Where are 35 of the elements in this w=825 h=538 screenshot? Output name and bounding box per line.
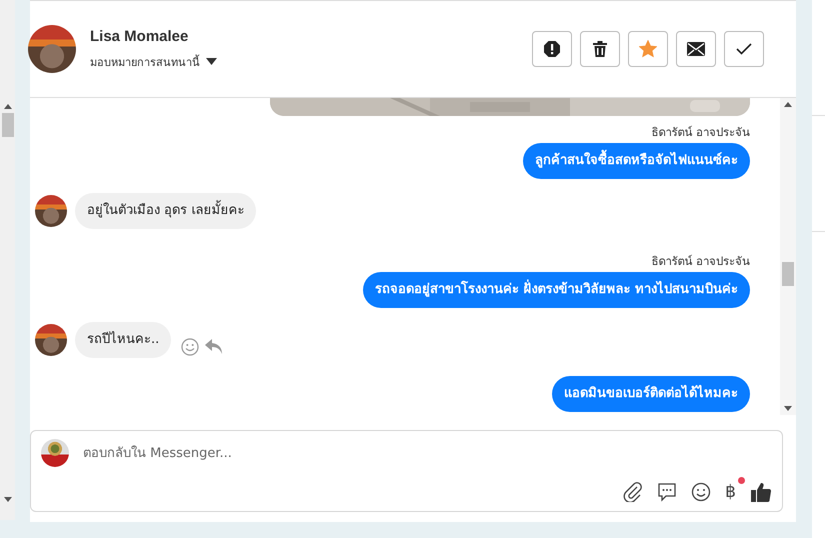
scrollbar-thumb[interactable] [2,113,14,137]
avatar [28,25,76,73]
star-icon [639,40,657,58]
sent-message: แอดมินขอเบอร์ติดต่อได้ไหมคะ [552,376,750,412]
sent-message: รถจอดอยู่สาขาโรงงานค่ะ ฝั่งตรงข้ามวิลัยพละ ทางไปสนามบินค่ะ [362,272,750,308]
scrollbar-thumb[interactable] [782,262,794,286]
paperclip-icon[interactable] [623,482,644,502]
star-button[interactable] [628,31,668,67]
warning-icon [543,40,561,58]
scroll-down-arrow-icon[interactable] [4,497,12,502]
page-avatar [41,439,69,467]
sent-message: ลูกค้าสนใจซื้อสดหรือจัดไฟแนนซ์คะ [523,143,750,179]
scroll-up-arrow-icon[interactable] [784,102,792,107]
delete-button[interactable] [580,31,620,67]
emoji-icon[interactable] [691,482,712,502]
caret-icon [206,58,217,65]
contact-name: Lisa Momalee [90,28,190,44]
sender-name: ธิดารัตน์ อาจประจัน [650,253,750,270]
payment-button[interactable]: ฿ [725,482,736,502]
avatar [35,324,67,356]
received-message: อยู่ในตัวเมือง อุดร เลยมั้ยคะ [75,193,256,229]
checkmark-icon [736,43,752,55]
report-button[interactable] [532,31,572,67]
scroll-down-arrow-icon[interactable] [784,406,792,411]
trash-icon [592,40,608,58]
thumbs-up-icon[interactable] [750,481,772,503]
received-message: รถปีไหนคะ.. [75,322,172,358]
avatar [35,195,67,227]
assign-dropdown[interactable]: มอบหมายการสนทนานี้ [90,52,217,70]
mail-button[interactable] [676,31,716,67]
envelope-icon [687,42,705,56]
chat-bubble-icon[interactable] [657,482,678,502]
reply-icon[interactable] [205,339,224,355]
done-button[interactable] [724,31,764,67]
sender-name: ธิดารัตน์ อาจประจัน [650,124,750,141]
